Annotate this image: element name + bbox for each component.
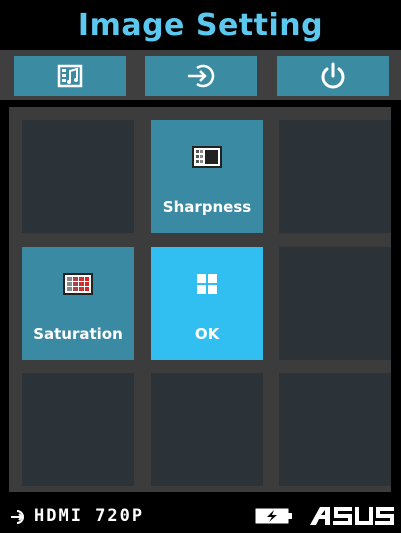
grid-tile-empty-7 bbox=[22, 373, 134, 486]
saturation-label: Saturation bbox=[33, 325, 123, 343]
grid-tile-empty-8 bbox=[151, 373, 263, 486]
grid-tile-empty-3 bbox=[279, 120, 391, 233]
status-bar: HDMI 720P bbox=[0, 500, 401, 533]
grid-tile-empty-6 bbox=[279, 247, 391, 360]
grid-tile-empty-9 bbox=[279, 373, 391, 486]
ok-grid-icon bbox=[197, 274, 217, 294]
battery-charging-icon bbox=[255, 507, 295, 529]
saturation-icon bbox=[63, 273, 93, 295]
sharpness-icon bbox=[192, 146, 222, 168]
image-music-icon bbox=[57, 64, 83, 88]
sharpness-label: Sharpness bbox=[162, 198, 252, 216]
ok-tile[interactable]: OK bbox=[151, 247, 263, 360]
sharpness-tile[interactable]: Sharpness bbox=[151, 120, 263, 233]
menu-grid: Sharpness Saturation OK bbox=[9, 107, 391, 492]
input-source-status-icon bbox=[10, 509, 30, 529]
input-source-text: HDMI 720P bbox=[34, 506, 145, 526]
ok-label: OK bbox=[194, 325, 220, 343]
page-title: Image Setting bbox=[0, 0, 401, 50]
grid-tile-empty-1 bbox=[22, 120, 134, 233]
input-source-button[interactable] bbox=[145, 56, 257, 96]
power-button[interactable] bbox=[277, 56, 389, 96]
asus-logo bbox=[308, 505, 396, 531]
power-icon bbox=[321, 62, 345, 89]
input-source-icon bbox=[188, 64, 215, 88]
saturation-tile[interactable]: Saturation bbox=[22, 247, 134, 360]
image-music-button[interactable] bbox=[14, 56, 126, 96]
top-toolbar bbox=[0, 50, 401, 100]
